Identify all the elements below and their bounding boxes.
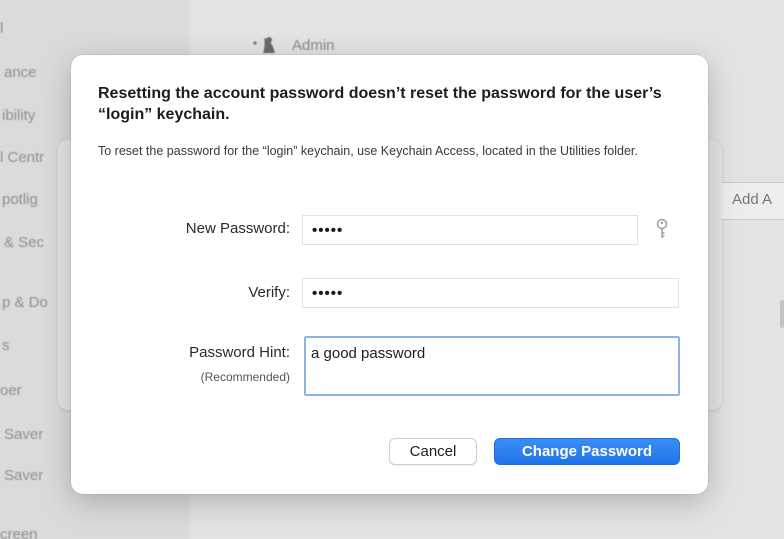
cancel-button[interactable]: Cancel: [389, 438, 477, 465]
sidebar-item[interactable]: potlig: [2, 191, 38, 208]
new-password-field[interactable]: •••••: [302, 215, 638, 245]
password-hint-label: Password Hint:: [189, 344, 290, 361]
verify-value: •••••: [312, 284, 344, 302]
sidebar-item[interactable]: s: [2, 337, 10, 354]
sidebar-item[interactable]: l: [0, 20, 3, 37]
user-avatar-icon: [253, 37, 275, 53]
key-icon[interactable]: [655, 218, 669, 240]
sidebar-item[interactable]: ibility: [2, 107, 35, 124]
dialog-title: Resetting the account password doesn’t r…: [98, 85, 662, 123]
user-name: Admin: [292, 36, 335, 54]
user-row: Admin: [248, 35, 335, 55]
sidebar-item[interactable]: Saver: [4, 426, 43, 443]
sidebar-item[interactable]: l Centr: [0, 149, 44, 166]
sidebar-item[interactable]: & Sec: [4, 234, 44, 251]
password-hint-sublabel: (Recommended): [200, 370, 290, 384]
sidebar-item[interactable]: p & Do: [2, 294, 48, 311]
add-account-label: Add A: [732, 191, 773, 208]
change-password-button[interactable]: Change Password: [494, 438, 680, 465]
sidebar-item[interactable]: ance: [4, 64, 37, 81]
new-password-label: New Password:: [185, 220, 290, 237]
change-password-dialog: Resetting the account password doesn’t r…: [71, 55, 708, 494]
scrollbar[interactable]: [780, 300, 784, 328]
verify-label: Verify:: [248, 284, 290, 301]
password-hint-value: a good password: [311, 345, 426, 362]
password-hint-field[interactable]: a good password: [304, 336, 680, 396]
new-password-value: •••••: [312, 221, 344, 239]
sidebar-item[interactable]: creen: [0, 526, 38, 539]
dialog-message: To reset the password for the “login” ke…: [98, 144, 638, 158]
sidebar-item[interactable]: oer: [0, 382, 22, 399]
verify-field[interactable]: •••••: [302, 278, 679, 308]
sidebar-item[interactable]: Saver: [4, 467, 43, 484]
